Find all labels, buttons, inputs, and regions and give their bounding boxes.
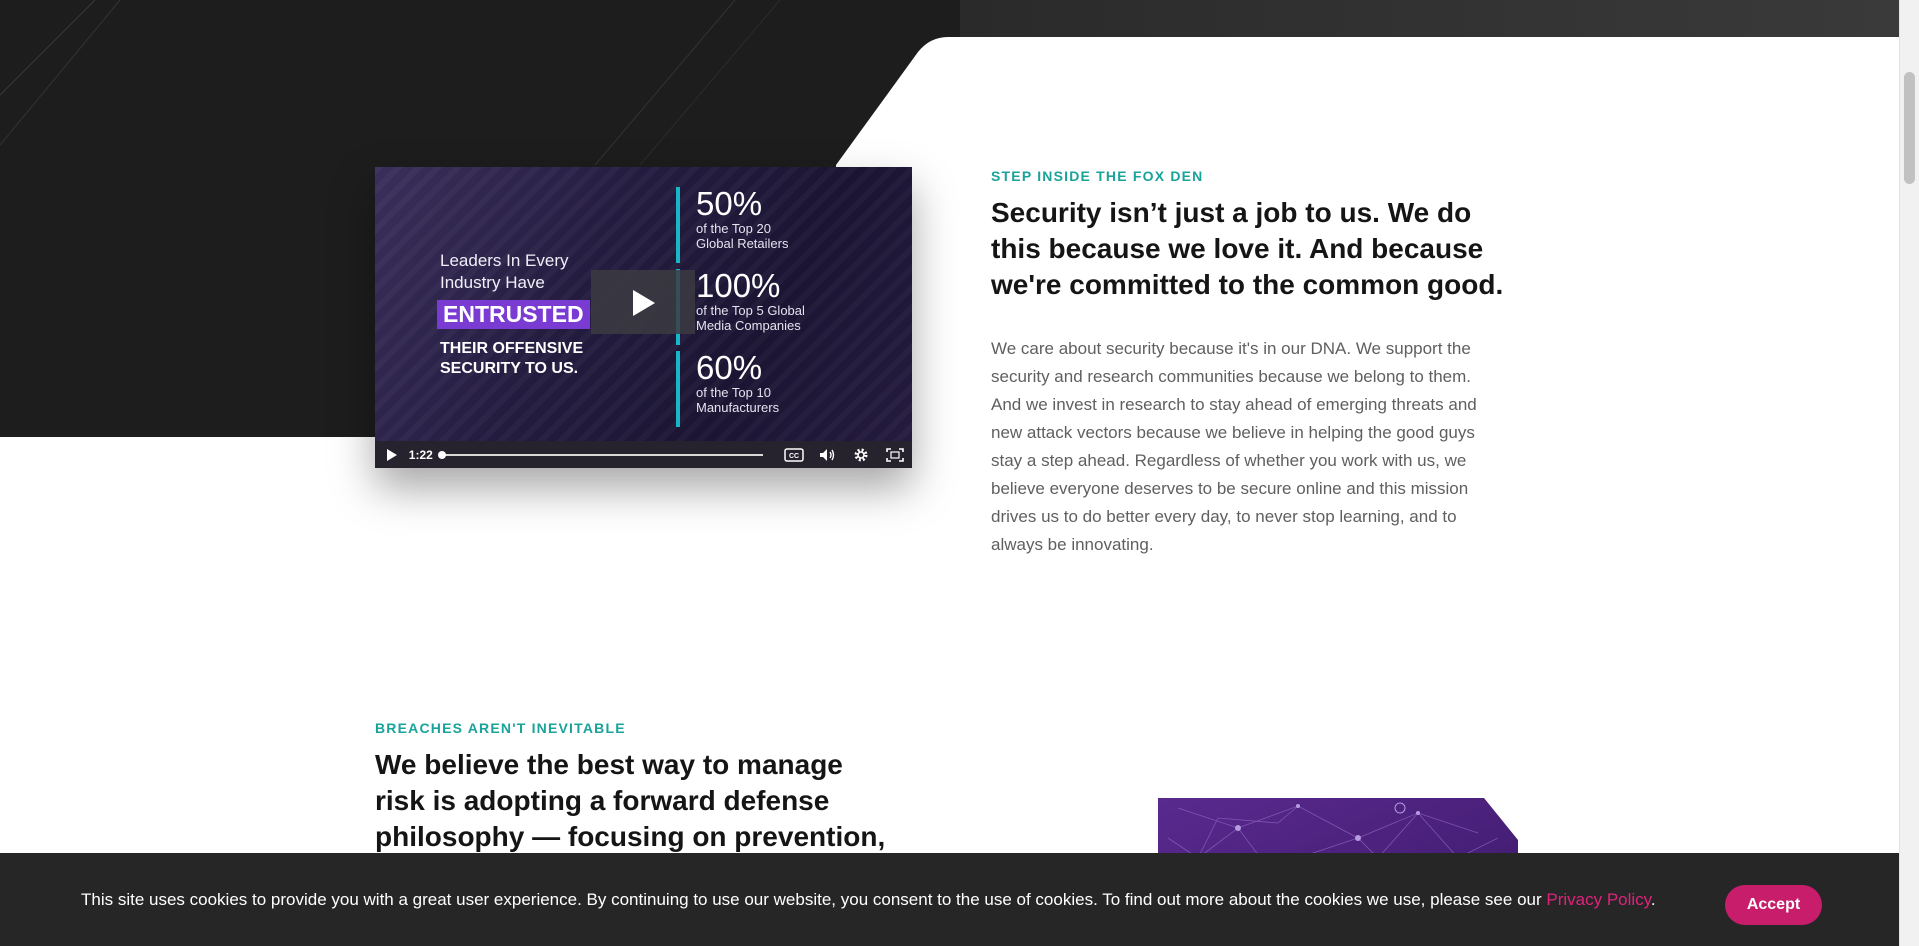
hero-dark-band <box>0 0 1900 437</box>
cookie-period: . <box>1650 890 1656 909</box>
progress-knob[interactable] <box>437 450 446 459</box>
hero-background <box>0 0 1900 437</box>
captions-icon: CC <box>783 447 804 462</box>
big-play-button[interactable] <box>591 270 695 334</box>
fullscreen-icon <box>886 447 904 462</box>
section1-eyebrow: STEP INSIDE THE FOX DEN <box>991 168 1204 184</box>
video-stat: 50% of the Top 20 Global Retailers <box>676 187 896 263</box>
stat-percent: 60% <box>696 349 763 386</box>
stat-desc-line1: of the Top 10 <box>696 385 771 400</box>
video-player[interactable]: Leaders In Every Industry Have ENTRUSTED… <box>375 167 912 468</box>
video-stats: 50% of the Top 20 Global Retailers 100% … <box>676 187 896 433</box>
svg-text:CC: CC <box>789 453 799 460</box>
settings-button[interactable] <box>844 441 878 468</box>
video-headline: Leaders In Every Industry Have ENTRUSTED… <box>437 250 590 379</box>
volume-button[interactable] <box>811 441 845 468</box>
section1-heading: Security isn’t just a job to us. We do t… <box>991 195 1551 303</box>
stat-desc-line2: Manufacturers <box>696 400 780 415</box>
video-time: 1:22 <box>408 447 433 462</box>
body-line: believe everyone deserves to be secure o… <box>991 479 1469 498</box>
page-scrollbar[interactable] <box>1899 0 1919 946</box>
play-icon <box>633 290 655 316</box>
cookie-text: This site uses cookies to provide you wi… <box>81 890 1547 909</box>
control-play-button[interactable] <box>375 441 409 468</box>
stat-desc-line1: of the Top 20 <box>696 221 771 236</box>
volume-icon <box>819 448 834 461</box>
scrollbar-thumb[interactable] <box>1904 72 1915 184</box>
section2-eyebrow: BREACHES AREN'T INEVITABLE <box>375 720 626 736</box>
stat-desc-line1: of the Top 5 Global <box>696 303 805 318</box>
stat-desc-line2: Media Companies <box>696 318 801 333</box>
heading-line: We believe the best way to manage <box>375 749 843 780</box>
heading-line: we're committed to the common good. <box>991 269 1504 300</box>
body-line: And we invest in research to stay ahead … <box>991 395 1477 414</box>
stat-percent: 100% <box>696 267 781 304</box>
video-stat: 100% of the Top 5 Global Media Companies <box>676 269 896 345</box>
fullscreen-button[interactable] <box>878 441 912 468</box>
video-lead-line2: Industry Have <box>440 273 545 292</box>
section2-heading: We believe the best way to manage risk i… <box>375 747 895 855</box>
body-line: stay a step ahead. Regardless of whether… <box>991 451 1467 470</box>
heading-line: philosophy — focusing on prevention, <box>375 821 886 852</box>
video-their-line2: SECURITY TO US. <box>440 360 579 377</box>
cookie-message: This site uses cookies to provide you wi… <box>81 889 1656 911</box>
cookie-banner: This site uses cookies to provide you wi… <box>0 853 1900 946</box>
heading-line: this because we love it. And because <box>991 233 1484 264</box>
body-line: security and research communities becaus… <box>991 367 1472 386</box>
captions-button[interactable]: CC <box>777 441 811 468</box>
body-line: We care about security because it's in o… <box>991 339 1471 358</box>
heading-line: risk is adopting a forward defense <box>375 785 830 816</box>
body-line: drives us to do better every day, to nev… <box>991 507 1457 526</box>
stat-desc-line2: Global Retailers <box>696 236 789 251</box>
video-stat: 60% of the Top 10 Manufacturers <box>676 351 896 427</box>
accept-cookies-button[interactable]: Accept <box>1725 885 1822 925</box>
video-controls: 1:22 CC <box>375 441 912 468</box>
heading-line: Security isn’t just a job to us. We do <box>991 197 1472 228</box>
body-line: always be innovating. <box>991 535 1154 554</box>
video-entrusted-badge: ENTRUSTED <box>437 300 590 329</box>
play-icon <box>386 448 397 461</box>
stat-percent: 50% <box>696 185 763 222</box>
privacy-policy-link[interactable]: Privacy Policy <box>1546 890 1651 909</box>
video-their-line1: THEIR OFFENSIVE <box>440 340 584 357</box>
page: Leaders In Every Industry Have ENTRUSTED… <box>0 0 1900 946</box>
body-line: new attack vectors because we believe in… <box>991 423 1475 442</box>
video-lead-line1: Leaders In Every <box>440 251 569 270</box>
section1-body: We care about security because it's in o… <box>991 335 1551 559</box>
video-progress-track[interactable] <box>437 450 763 459</box>
settings-icon <box>854 448 868 461</box>
